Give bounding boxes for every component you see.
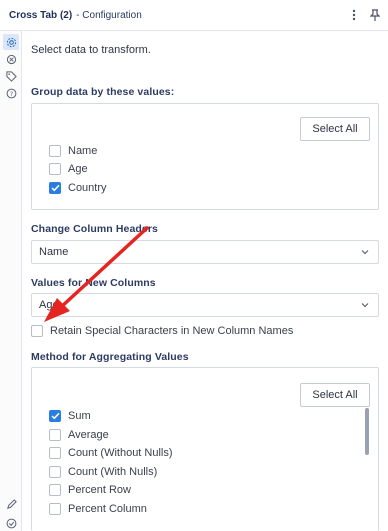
values-new-columns-value: Age xyxy=(39,299,59,311)
aggregate-panel: Select All Sum Average Count (Without Nu… xyxy=(31,367,379,531)
change-headers-value: Name xyxy=(39,246,69,258)
checkbox[interactable] xyxy=(49,163,61,175)
tool-subtitle: - Configuration xyxy=(76,9,142,21)
values-new-columns-label: Values for New Columns xyxy=(31,277,156,289)
aggregate-item-count-without-nulls[interactable]: Count (Without Nulls) xyxy=(49,447,173,459)
group-item-label: Age xyxy=(68,163,88,175)
tag-icon[interactable] xyxy=(5,70,17,82)
tool-title: Cross Tab (2) xyxy=(9,9,73,21)
checkmark-icon[interactable] xyxy=(5,517,17,529)
aggregate-select-all-button[interactable]: Select All xyxy=(300,383,370,407)
scrollbar[interactable] xyxy=(365,408,369,455)
checkbox-checked[interactable] xyxy=(49,182,61,194)
more-options-icon[interactable] xyxy=(352,9,356,24)
help-icon[interactable]: ? xyxy=(5,87,17,99)
gear-icon[interactable] xyxy=(3,34,19,50)
group-by-panel: Select All Name Age Country xyxy=(31,103,379,210)
checkbox[interactable] xyxy=(49,484,61,496)
aggregate-item-percent-column[interactable]: Percent Column xyxy=(49,503,147,515)
aggregate-item-sum[interactable]: Sum xyxy=(49,410,91,422)
group-item-label: Name xyxy=(68,145,98,157)
group-item-name[interactable]: Name xyxy=(49,145,97,157)
checkbox-checked[interactable] xyxy=(49,410,61,422)
values-new-columns-dropdown[interactable]: Age xyxy=(31,293,379,317)
checkbox[interactable] xyxy=(49,447,61,459)
checkbox[interactable] xyxy=(49,429,61,441)
checkbox[interactable] xyxy=(49,503,61,515)
aggregate-label: Method for Aggregating Values xyxy=(31,351,189,363)
group-by-label: Group data by these values: xyxy=(31,86,175,98)
aggregate-item-label: Sum xyxy=(68,410,91,422)
checkbox[interactable] xyxy=(49,145,61,157)
group-item-age[interactable]: Age xyxy=(49,163,88,175)
retain-label: Retain Special Characters in New Column … xyxy=(50,325,294,337)
aggregate-item-percent-row[interactable]: Percent Row xyxy=(49,484,131,496)
aggregate-item-label: Count (Without Nulls) xyxy=(68,447,173,459)
configuration-content: Select data to transform. Group data by … xyxy=(22,31,388,531)
group-item-country[interactable]: Country xyxy=(49,182,107,194)
chevron-down-icon xyxy=(360,300,370,313)
change-headers-label: Change Column Headers xyxy=(31,223,158,235)
aggregate-item-average[interactable]: Average xyxy=(49,429,109,441)
group-item-label: Country xyxy=(68,182,107,194)
pin-icon[interactable] xyxy=(369,9,381,24)
aggregate-item-label: Average xyxy=(68,429,109,441)
chevron-down-icon xyxy=(360,247,370,260)
group-select-all-button[interactable]: Select All xyxy=(300,117,370,141)
aggregate-item-label: Count (With Nulls) xyxy=(68,466,158,478)
pencil-icon[interactable] xyxy=(5,498,17,510)
aggregate-item-label: Percent Column xyxy=(68,503,147,515)
panel-header: Cross Tab (2) - Configuration xyxy=(0,0,388,31)
retain-special-characters[interactable]: Retain Special Characters in New Column … xyxy=(31,325,293,337)
svg-text:?: ? xyxy=(9,89,12,97)
aggregate-item-label: Percent Row xyxy=(68,484,131,496)
change-headers-dropdown[interactable]: Name xyxy=(31,240,379,264)
settings-icon[interactable] xyxy=(5,53,17,65)
checkbox[interactable] xyxy=(31,325,43,337)
left-rail: ? xyxy=(0,31,22,531)
aggregate-item-count-with-nulls[interactable]: Count (With Nulls) xyxy=(49,466,157,478)
checkbox[interactable] xyxy=(49,466,61,478)
intro-text: Select data to transform. xyxy=(31,44,151,56)
